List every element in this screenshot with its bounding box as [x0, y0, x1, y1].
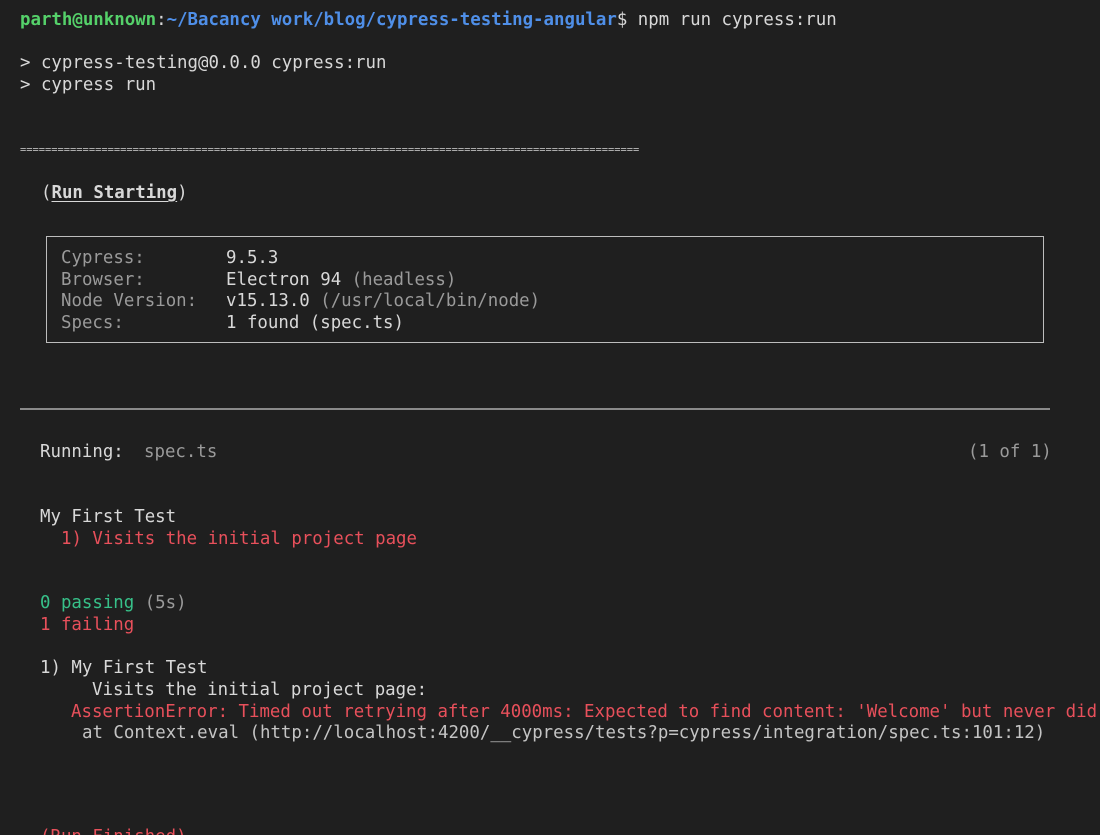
run-starting-close: )	[177, 183, 188, 203]
info-value-specs: 1 found (spec.ts)	[226, 312, 404, 334]
info-value-cypress-text: 9.5.3	[226, 248, 279, 268]
double-rule: ========================================…	[20, 144, 640, 156]
running-count: (1 of 1)	[968, 442, 1052, 462]
npm-script-line: > cypress-testing@0.0.0 cypress:run	[20, 53, 387, 73]
passing-count: 0 passing	[40, 593, 135, 613]
prompt-command: npm run cypress:run	[627, 10, 837, 30]
info-value-node-text: v15.13.0	[226, 291, 310, 311]
info-value-browser: Electron 94 (headless)	[226, 269, 456, 291]
failure-test-name: Visits the initial project page:	[92, 680, 428, 700]
run-starting-label: Run Starting	[51, 183, 178, 203]
running-spec: spec.ts	[144, 442, 218, 462]
shell-prompt: parth@unknown:~/Bacancy work/blog/cypres…	[20, 9, 837, 31]
prompt-user-host: parth@unknown	[20, 10, 157, 30]
failure-stack-trace: at Context.eval (http://localhost:4200/_…	[82, 723, 1046, 743]
passing-duration: (5s)	[134, 593, 187, 613]
terminal-window[interactable]: parth@unknown:~/Bacancy work/blog/cypres…	[0, 0, 1100, 835]
failed-test-line: 1) Visits the initial project page	[61, 529, 417, 549]
info-value-node: v15.13.0 (/usr/local/bin/node)	[226, 290, 540, 312]
info-key-specs: Specs:	[61, 313, 124, 333]
run-finished-heading-partial: (Run Finished)	[40, 826, 187, 835]
info-key-cypress: Cypress:	[61, 248, 145, 268]
prompt-symbol: $	[616, 10, 628, 30]
info-key-node: Node Version:	[61, 291, 198, 311]
run-starting-heading: (Run Starting)	[41, 182, 188, 204]
run-starting-open: (	[41, 183, 52, 203]
prompt-separator: :	[156, 10, 167, 30]
info-value-browser-text: Electron 94	[226, 270, 342, 290]
info-value-cypress: 9.5.3	[226, 247, 278, 269]
info-key-browser: Browser:	[61, 270, 145, 290]
npm-command-line: > cypress run	[20, 75, 157, 95]
passing-summary: 0 passing (5s)	[40, 592, 187, 614]
section-divider	[20, 408, 1050, 410]
prompt-path: ~/Bacancy work/blog/cypress-testing-angu…	[166, 10, 617, 30]
running-label: Running:	[40, 442, 124, 462]
info-value-browser-extra: (headless)	[341, 270, 457, 290]
info-value-node-extra: (/usr/local/bin/node)	[309, 291, 541, 311]
info-value-specs-text: 1 found (spec.ts)	[226, 313, 404, 333]
suite-title: My First Test	[40, 507, 177, 527]
failure-error-message: AssertionError: Timed out retrying after…	[71, 702, 1100, 722]
failure-heading: 1) My First Test	[40, 658, 208, 678]
failing-count: 1 failing	[40, 615, 135, 635]
